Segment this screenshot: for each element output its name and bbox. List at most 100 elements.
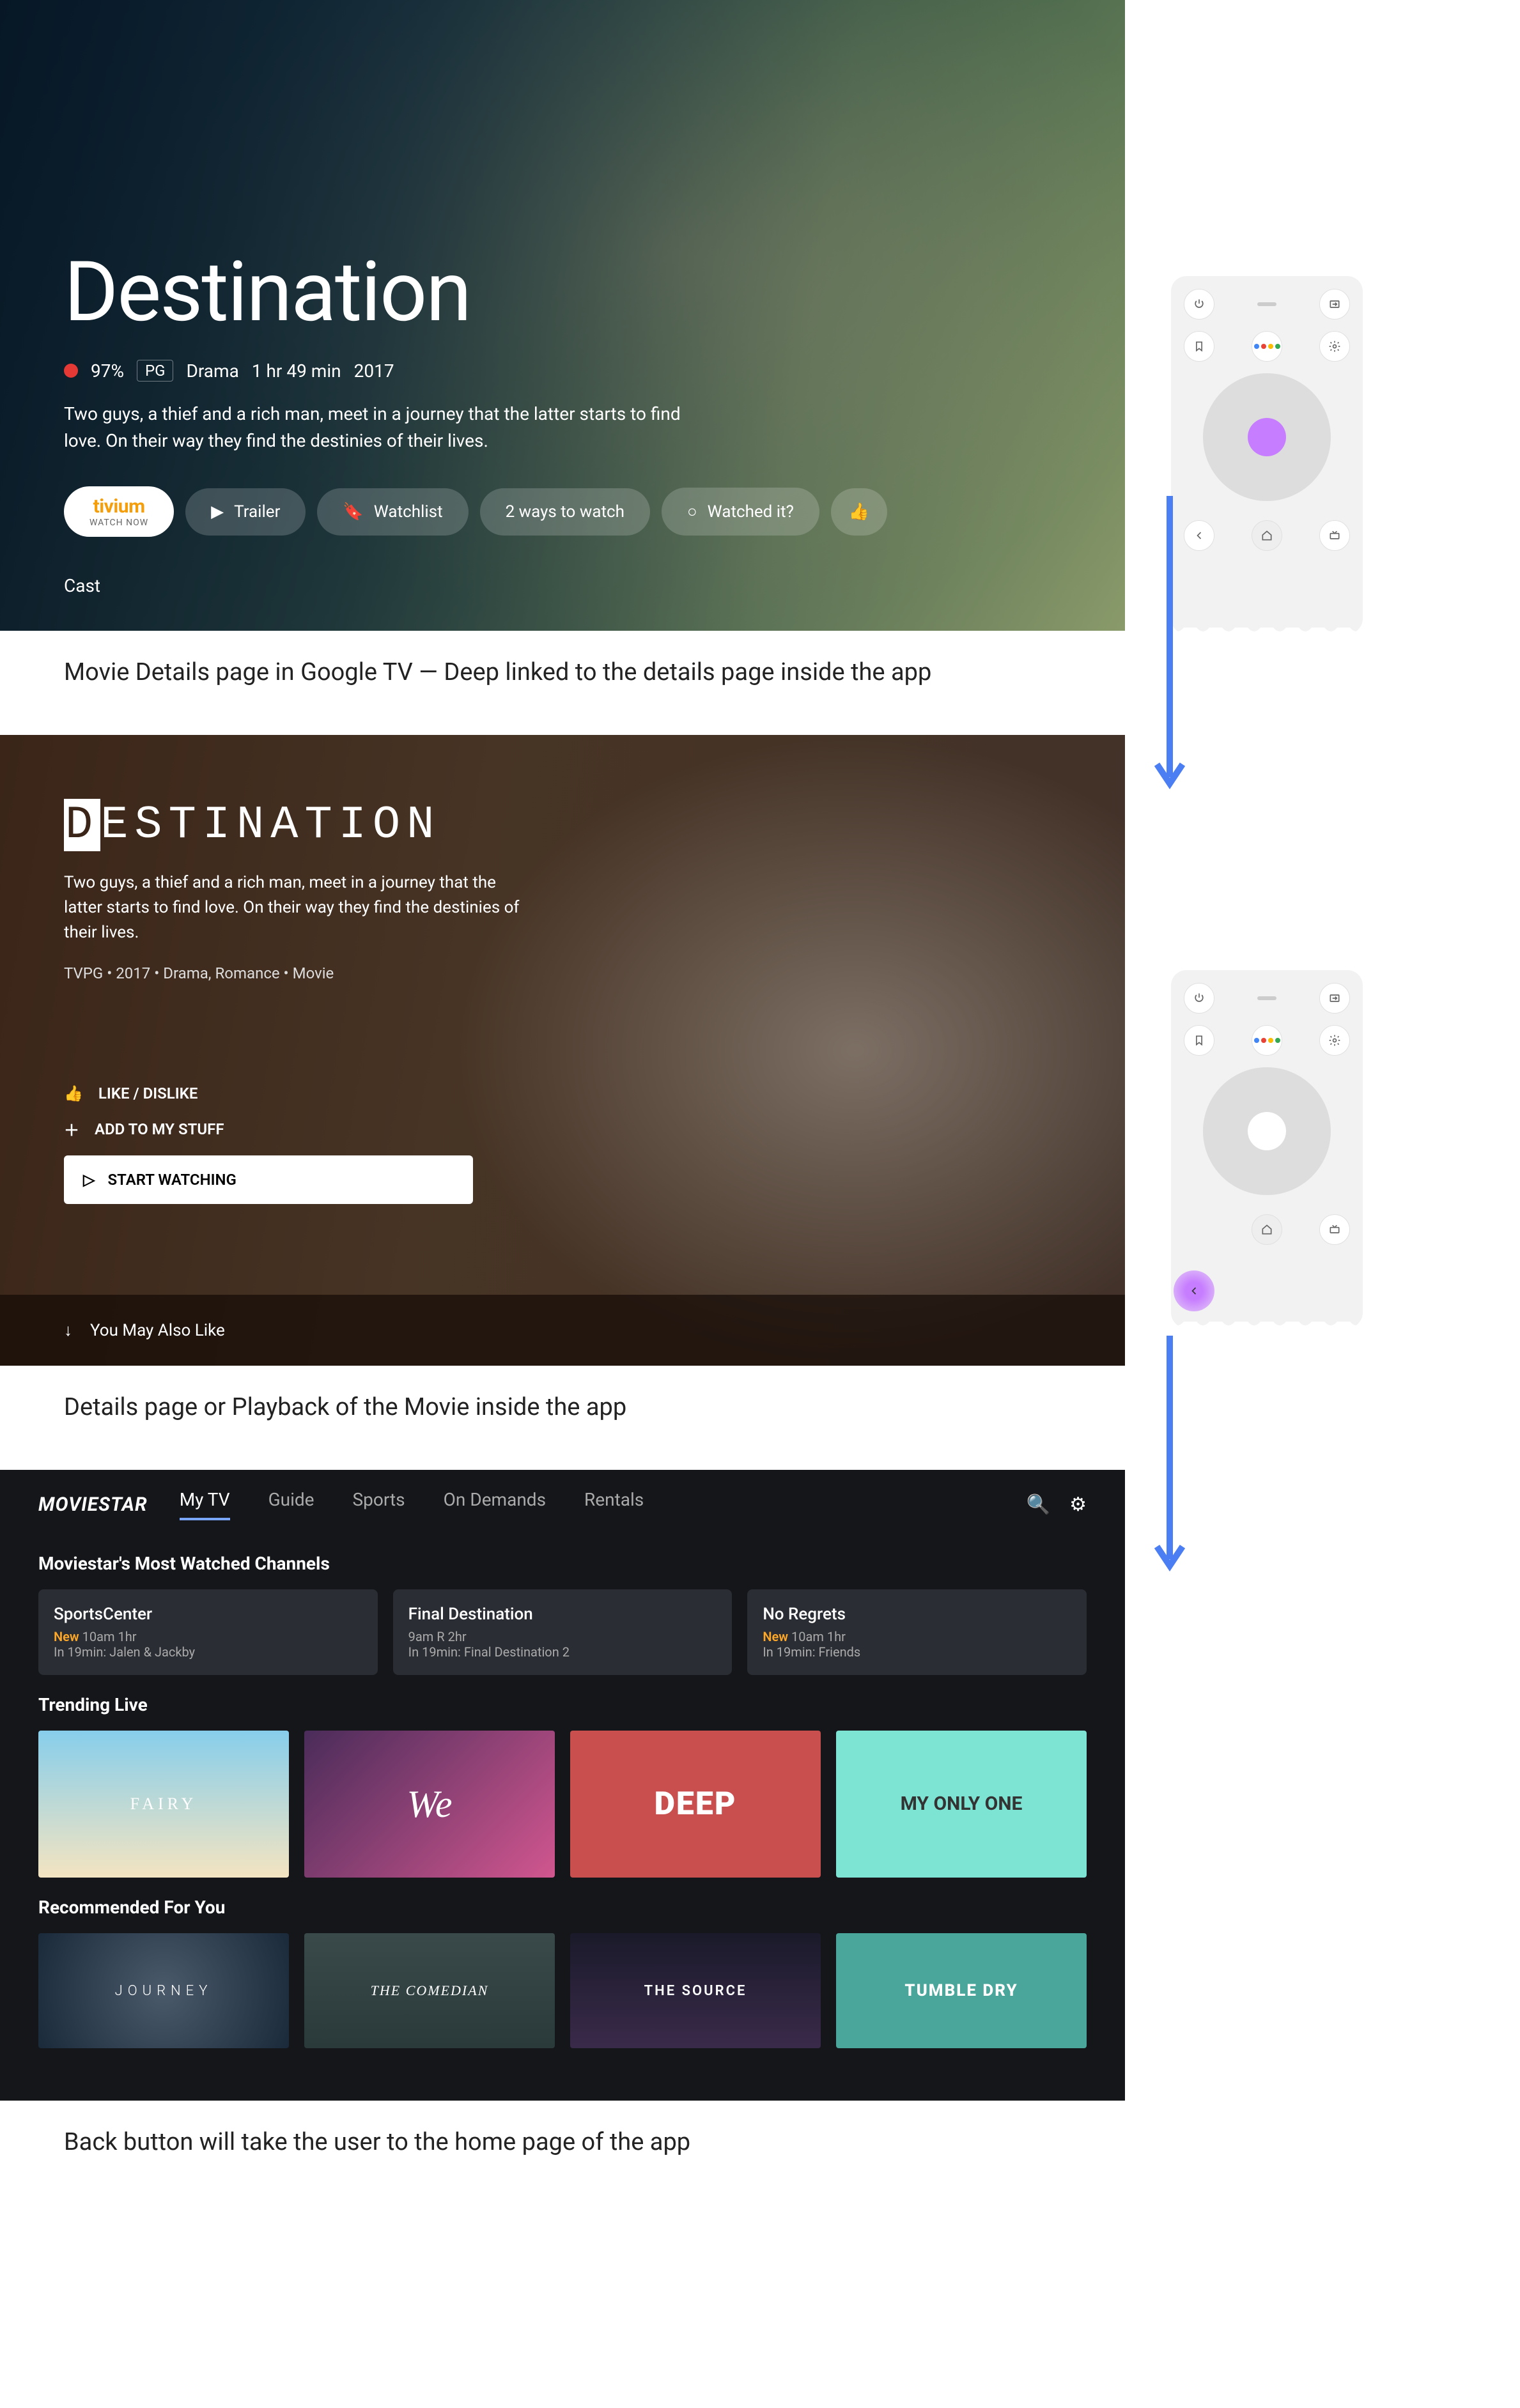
assistant-button[interactable] bbox=[1252, 1025, 1282, 1056]
channel-card[interactable]: SportsCenter New 10am 1hr In 19min: Jale… bbox=[38, 1589, 378, 1675]
thumb-up-icon: 👍 bbox=[64, 1084, 83, 1102]
bookmark-button[interactable] bbox=[1184, 331, 1214, 362]
assistant-button[interactable] bbox=[1252, 331, 1282, 362]
provider-brand: tivium bbox=[93, 495, 145, 518]
input-button[interactable] bbox=[1319, 289, 1350, 320]
back-button-highlighted[interactable] bbox=[1174, 1270, 1214, 1311]
top-nav: MOVIESTAR My TV Guide Sports On Demands … bbox=[0, 1470, 1125, 1540]
app-movie-title: DESTINATION bbox=[64, 799, 1061, 851]
card-next: In 19min: Jalen & Jackby bbox=[54, 1644, 362, 1660]
more-button[interactable]: 👍 bbox=[831, 488, 887, 536]
card-title: Final Destination bbox=[408, 1605, 717, 1624]
you-may-also-like-row[interactable]: ↓ You May Also Like bbox=[0, 1295, 1125, 1366]
settings-button[interactable] bbox=[1319, 1025, 1350, 1056]
nav-tabs: My TV Guide Sports On Demands Rentals bbox=[180, 1489, 644, 1520]
touch-indicator bbox=[1248, 418, 1286, 456]
show-thumb[interactable]: We bbox=[304, 1731, 555, 1878]
home-button[interactable] bbox=[1252, 1214, 1282, 1245]
caption-2: Details page or Playback of the Movie in… bbox=[64, 1393, 626, 1421]
thumb-title: DEEP bbox=[655, 1786, 737, 1823]
tab-rentals[interactable]: Rentals bbox=[584, 1489, 644, 1520]
trailer-button[interactable]: ▶ Trailer bbox=[185, 488, 306, 536]
watched-it-button[interactable]: ○ Watched it? bbox=[662, 488, 819, 536]
remote-edge bbox=[1171, 628, 1363, 635]
start-watching-button[interactable]: ▷ START WATCHING bbox=[64, 1155, 473, 1204]
tv-button[interactable] bbox=[1319, 1214, 1350, 1245]
tab-guide[interactable]: Guide bbox=[268, 1489, 314, 1520]
flow-arrow-2 bbox=[1151, 1336, 1189, 1572]
thumb-title: TUMBLE DRY bbox=[904, 1981, 1018, 2000]
channel-card[interactable]: Final Destination 9am R 2hr In 19min: Fi… bbox=[393, 1589, 733, 1675]
show-thumb[interactable]: MY ONLY ONE bbox=[836, 1731, 1087, 1878]
ways-label: 2 ways to watch bbox=[506, 502, 624, 521]
title-rest: ESTINATION bbox=[100, 799, 440, 851]
card-title: No Regrets bbox=[763, 1605, 1071, 1624]
back-icon bbox=[1188, 1285, 1200, 1297]
pg-badge: PG bbox=[137, 360, 174, 382]
tv-button[interactable] bbox=[1319, 520, 1350, 551]
play-icon: ▶ bbox=[211, 502, 224, 521]
channel-card[interactable]: No Regrets New 10am 1hr In 19min: Friend… bbox=[747, 1589, 1087, 1675]
home-button[interactable] bbox=[1252, 520, 1282, 551]
chevron-down-icon: ↓ bbox=[64, 1320, 72, 1340]
thumb-title: We bbox=[407, 1782, 452, 1826]
remote-2 bbox=[1171, 970, 1363, 1328]
show-thumb[interactable]: FAIRY bbox=[38, 1731, 289, 1878]
back-icon bbox=[1193, 529, 1206, 542]
new-badge: New bbox=[763, 1629, 788, 1644]
bookmark-icon bbox=[1193, 340, 1206, 353]
action-row: tivium WATCH NOW ▶ Trailer 🔖 Watchlist 2… bbox=[64, 486, 1061, 537]
tab-sports[interactable]: Sports bbox=[353, 1489, 405, 1520]
section-heading: Trending Live bbox=[38, 1694, 1087, 1715]
input-icon bbox=[1328, 992, 1341, 1005]
mic-slot bbox=[1257, 302, 1276, 306]
trailer-label: Trailer bbox=[234, 502, 280, 521]
settings-button[interactable] bbox=[1319, 331, 1350, 362]
ways-to-watch-button[interactable]: 2 ways to watch bbox=[480, 488, 650, 536]
assistant-icon bbox=[1254, 344, 1280, 349]
card-time: 10am 1hr bbox=[82, 1629, 137, 1644]
start-label: START WATCHING bbox=[107, 1171, 236, 1189]
card-next: In 19min: Final Destination 2 bbox=[408, 1644, 717, 1660]
touch-pad[interactable] bbox=[1203, 373, 1331, 501]
touch-indicator bbox=[1248, 1112, 1286, 1150]
thumb-title: MY ONLY ONE bbox=[901, 1794, 1023, 1814]
rating-percent: 97% bbox=[91, 360, 124, 382]
like-dislike-button[interactable]: 👍 LIKE / DISLIKE bbox=[64, 1084, 1061, 1102]
duration-text: 1 hr 49 min bbox=[252, 360, 341, 382]
gear-icon[interactable]: ⚙ bbox=[1069, 1493, 1087, 1516]
thumb-title: THE SOURCE bbox=[644, 1983, 747, 1999]
section-heading: Moviestar's Most Watched Channels bbox=[38, 1553, 1087, 1574]
most-watched-section: Moviestar's Most Watched Channels Sports… bbox=[0, 1540, 1125, 1681]
cast-heading: Cast bbox=[64, 575, 1061, 596]
movie-description: Two guys, a thief and a rich man, meet i… bbox=[64, 401, 703, 454]
provider-sub: WATCH NOW bbox=[89, 518, 148, 528]
tab-on-demands[interactable]: On Demands bbox=[444, 1489, 546, 1520]
rating-dot-icon bbox=[64, 364, 78, 378]
show-thumb[interactable]: JOURNEY bbox=[38, 1933, 289, 2048]
search-icon[interactable]: 🔍 bbox=[1027, 1493, 1050, 1516]
input-icon bbox=[1328, 298, 1341, 311]
show-thumb[interactable]: THE SOURCE bbox=[570, 1933, 821, 2048]
show-thumb[interactable]: TUMBLE DRY bbox=[836, 1933, 1087, 2048]
watch-now-button[interactable]: tivium WATCH NOW bbox=[64, 486, 174, 537]
show-thumb[interactable]: THE COMEDIAN bbox=[304, 1933, 555, 2048]
movie-title: Destination bbox=[64, 243, 1061, 341]
app-logo: MOVIESTAR bbox=[38, 1493, 148, 1516]
google-tv-details-screen: Destination 97% PG Drama 1 hr 49 min 201… bbox=[0, 0, 1125, 631]
add-to-stuff-button[interactable]: ＋ ADD TO MY STUFF bbox=[64, 1118, 1061, 1140]
input-button[interactable] bbox=[1319, 983, 1350, 1014]
touch-pad[interactable] bbox=[1203, 1067, 1331, 1195]
bookmark-button[interactable] bbox=[1184, 1025, 1214, 1056]
thumb-title: THE COMEDIAN bbox=[371, 1982, 489, 1999]
app-description: Two guys, a thief and a rich man, meet i… bbox=[64, 870, 537, 945]
year-text: 2017 bbox=[354, 360, 394, 382]
tab-my-tv[interactable]: My TV bbox=[180, 1489, 230, 1520]
show-thumb[interactable]: DEEP bbox=[570, 1731, 821, 1878]
power-button[interactable] bbox=[1184, 983, 1214, 1014]
bookmark-icon: 🔖 bbox=[343, 502, 363, 521]
power-button[interactable] bbox=[1184, 289, 1214, 320]
bookmark-icon bbox=[1193, 1034, 1206, 1047]
thumb-title: JOURNEY bbox=[115, 1983, 213, 1999]
watchlist-button[interactable]: 🔖 Watchlist bbox=[317, 488, 468, 536]
